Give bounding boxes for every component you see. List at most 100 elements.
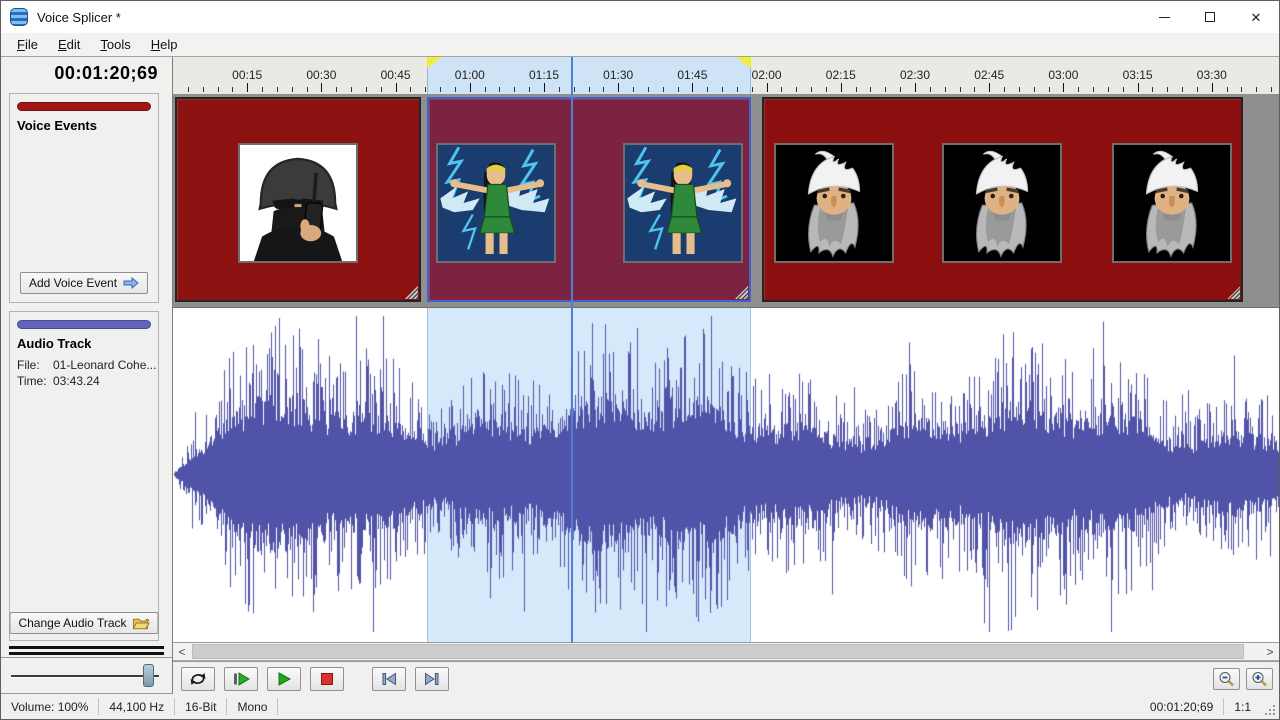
play-button[interactable] — [267, 667, 301, 691]
ruler-tick — [381, 87, 382, 92]
ruler-time-label: 02:15 — [826, 68, 856, 82]
wizard-event[interactable] — [762, 97, 1243, 302]
skip-start-icon — [380, 672, 398, 686]
ruler-tick — [870, 87, 871, 92]
ruler-tick — [1167, 87, 1168, 92]
ruler-time-label: 00:30 — [306, 68, 336, 82]
window-resize-grip[interactable] — [1263, 703, 1277, 717]
ruler-tick — [262, 87, 263, 92]
open-folder-icon — [133, 617, 150, 630]
ruler-tick — [277, 87, 278, 92]
ruler-time-label: 02:00 — [752, 68, 782, 82]
ruler-tick — [856, 87, 857, 92]
sidebar: 00:01:20;69 Voice Events Add Voice Event… — [1, 57, 173, 693]
transport-bar — [173, 661, 1279, 696]
ruler-time-label: 02:30 — [900, 68, 930, 82]
ruler-tick — [796, 87, 797, 92]
ruler-tick — [885, 87, 886, 92]
skip-end-icon — [423, 672, 441, 686]
ruler-time-label: 01:15 — [529, 68, 559, 82]
maximize-icon — [1205, 12, 1215, 22]
minimize-button[interactable] — [1141, 1, 1187, 33]
voice-events-title: Voice Events — [17, 118, 97, 133]
ruler-tick — [559, 87, 560, 92]
close-icon: ✕ — [1251, 11, 1262, 24]
ruler-time-label: 00:15 — [232, 68, 262, 82]
event-resize-grip[interactable] — [735, 286, 748, 299]
ruler-tick — [188, 87, 189, 92]
zoom-in-icon — [1251, 671, 1268, 687]
ruler-time-label: 03:30 — [1197, 68, 1227, 82]
scroll-right-button[interactable]: > — [1261, 643, 1279, 660]
event-resize-grip[interactable] — [405, 286, 418, 299]
ruler-tick — [1123, 87, 1124, 92]
play-all-button[interactable] — [224, 667, 258, 691]
add-voice-event-label: Add Voice Event — [29, 276, 117, 290]
playhead-cursor[interactable] — [571, 57, 573, 643]
loop-button[interactable] — [181, 667, 215, 691]
ruler-tick — [218, 87, 219, 92]
wizard-thumbnail — [774, 143, 894, 263]
ruler-tick — [366, 87, 367, 92]
ruler-tick — [692, 83, 693, 92]
selection-end-flag[interactable] — [736, 57, 751, 68]
ruler-tick — [989, 83, 990, 92]
audio-waveform-track[interactable] — [173, 308, 1279, 643]
stop-button[interactable] — [310, 667, 344, 691]
video-event-track[interactable] — [173, 95, 1279, 308]
ruler-tick — [1019, 87, 1020, 92]
zoom-in-button[interactable] — [1246, 668, 1273, 690]
selection-start-flag[interactable] — [427, 57, 442, 68]
change-audio-track-label: Change Audio Track — [18, 616, 126, 630]
add-voice-event-button[interactable]: Add Voice Event — [20, 272, 148, 294]
menu-tools[interactable]: Tools — [90, 33, 140, 56]
volume-slider-track[interactable] — [11, 675, 159, 677]
wizard-thumbnail — [942, 143, 1062, 263]
ruler-tick — [351, 87, 352, 92]
ruler-time-label: 01:45 — [677, 68, 707, 82]
zoom-out-icon — [1218, 671, 1235, 687]
stop-icon — [320, 672, 334, 686]
audio-file-value: 01-Leonard Cohe... — [53, 358, 156, 372]
audio-time-row: Time: 03:43.24 — [17, 374, 100, 388]
ruler-time-label: 03:15 — [1123, 68, 1153, 82]
ruler-tick — [1049, 87, 1050, 92]
maximize-button[interactable] — [1187, 1, 1233, 33]
ruler-tick — [307, 87, 308, 92]
change-audio-track-button[interactable]: Change Audio Track — [9, 612, 158, 634]
ruler-time-label: 03:00 — [1048, 68, 1078, 82]
scroll-left-button[interactable]: < — [173, 643, 191, 660]
ruler-tick — [945, 87, 946, 92]
ruler-tick — [633, 87, 634, 92]
close-button[interactable]: ✕ — [1233, 1, 1279, 33]
police-officer-event[interactable] — [175, 97, 421, 302]
horizontal-scrollbar[interactable]: < > — [173, 643, 1279, 661]
ruler-time-label: 01:00 — [455, 68, 485, 82]
scrollbar-thumb[interactable] — [192, 644, 1244, 659]
time-ruler[interactable]: 00:1500:3000:4501:0001:1501:3001:4502:00… — [173, 57, 1279, 95]
zoom-out-button[interactable] — [1213, 668, 1240, 690]
skip-end-button[interactable] — [415, 667, 449, 691]
skip-start-button[interactable] — [372, 667, 406, 691]
event-resize-grip[interactable] — [1227, 286, 1240, 299]
sorceress-event[interactable] — [427, 97, 751, 302]
voice-events-color-bar — [17, 102, 151, 111]
volume-slider-area — [1, 657, 172, 693]
audio-time-label: Time: — [17, 374, 53, 388]
volume-slider-thumb[interactable] — [143, 664, 154, 687]
wizard-thumbnail — [1112, 143, 1232, 263]
ruler-tick — [930, 87, 931, 92]
status-bit-depth: 16-Bit — [175, 698, 227, 715]
ruler-tick — [707, 87, 708, 92]
menu-file[interactable]: File — [7, 33, 48, 56]
ruler-tick — [722, 87, 723, 92]
scroll-left-icon: < — [178, 645, 185, 659]
audio-file-label: File: — [17, 358, 53, 372]
ruler-time-label: 02:45 — [974, 68, 1004, 82]
waveform-canvas[interactable] — [173, 308, 1279, 641]
menu-help[interactable]: Help — [141, 33, 188, 56]
ruler-tick — [574, 87, 575, 92]
ruler-tick — [410, 87, 411, 92]
ruler-tick — [678, 87, 679, 92]
menu-edit[interactable]: Edit — [48, 33, 90, 56]
